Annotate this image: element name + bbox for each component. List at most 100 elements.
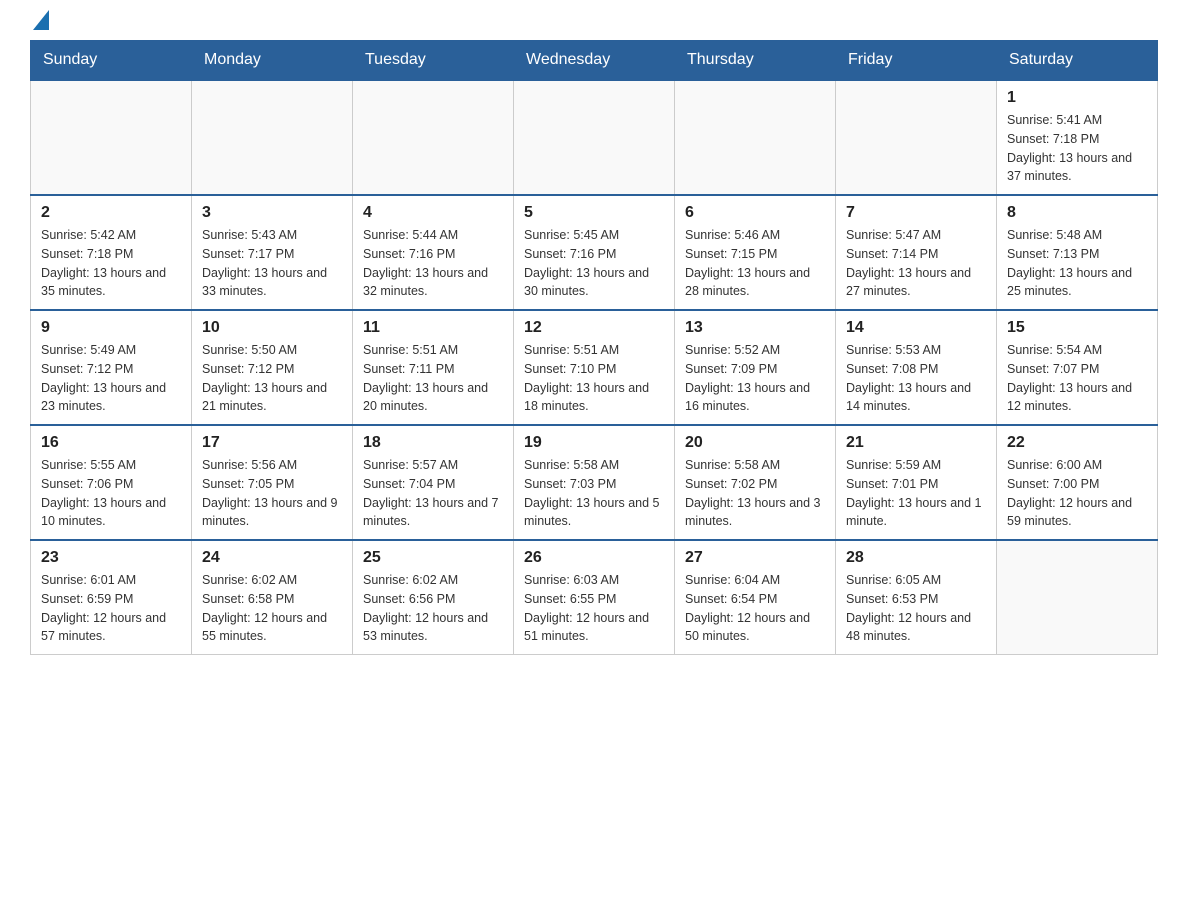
calendar-cell: 2 Sunrise: 5:42 AM Sunset: 7:18 PM Daylig… <box>31 195 192 310</box>
calendar-cell: 6 Sunrise: 5:46 AM Sunset: 7:15 PM Daylig… <box>675 195 836 310</box>
day-number: 2 <box>41 204 181 222</box>
day-info: Sunrise: 5:44 AM Sunset: 7:16 PM Dayligh… <box>363 226 503 301</box>
day-number: 7 <box>846 204 986 222</box>
day-number: 27 <box>685 549 825 567</box>
calendar-cell: 19 Sunrise: 5:58 AM Sunset: 7:03 PM Dayli… <box>514 425 675 540</box>
calendar-cell: 21 Sunrise: 5:59 AM Sunset: 7:01 PM Dayli… <box>836 425 997 540</box>
logo-triangle-icon <box>33 10 49 30</box>
day-number: 21 <box>846 434 986 452</box>
day-info: Sunrise: 6:02 AM Sunset: 6:56 PM Dayligh… <box>363 571 503 646</box>
calendar-week-row: 1 Sunrise: 5:41 AM Sunset: 7:18 PM Daylig… <box>31 80 1158 195</box>
weekday-header-row: SundayMondayTuesdayWednesdayThursdayFrid… <box>31 41 1158 81</box>
calendar-cell <box>192 80 353 195</box>
calendar-cell <box>353 80 514 195</box>
day-info: Sunrise: 5:41 AM Sunset: 7:18 PM Dayligh… <box>1007 111 1147 186</box>
calendar-week-row: 2 Sunrise: 5:42 AM Sunset: 7:18 PM Daylig… <box>31 195 1158 310</box>
day-info: Sunrise: 5:52 AM Sunset: 7:09 PM Dayligh… <box>685 341 825 416</box>
day-info: Sunrise: 5:56 AM Sunset: 7:05 PM Dayligh… <box>202 456 342 531</box>
day-number: 5 <box>524 204 664 222</box>
logo <box>30 20 49 30</box>
day-number: 11 <box>363 319 503 337</box>
calendar-cell: 1 Sunrise: 5:41 AM Sunset: 7:18 PM Daylig… <box>997 80 1158 195</box>
day-info: Sunrise: 6:02 AM Sunset: 6:58 PM Dayligh… <box>202 571 342 646</box>
day-info: Sunrise: 5:50 AM Sunset: 7:12 PM Dayligh… <box>202 341 342 416</box>
day-number: 15 <box>1007 319 1147 337</box>
day-number: 1 <box>1007 89 1147 107</box>
calendar-cell: 22Sunrise: 6:00 AM Sunset: 7:00 PM Dayli… <box>997 425 1158 540</box>
calendar-cell <box>31 80 192 195</box>
day-info: Sunrise: 5:58 AM Sunset: 7:02 PM Dayligh… <box>685 456 825 531</box>
calendar-cell: 4 Sunrise: 5:44 AM Sunset: 7:16 PM Daylig… <box>353 195 514 310</box>
day-number: 14 <box>846 319 986 337</box>
day-number: 19 <box>524 434 664 452</box>
day-number: 3 <box>202 204 342 222</box>
weekday-header-tuesday: Tuesday <box>353 41 514 81</box>
calendar-table: SundayMondayTuesdayWednesdayThursdayFrid… <box>30 40 1158 655</box>
day-info: Sunrise: 6:04 AM Sunset: 6:54 PM Dayligh… <box>685 571 825 646</box>
calendar-cell: 9 Sunrise: 5:49 AM Sunset: 7:12 PM Daylig… <box>31 310 192 425</box>
day-number: 22 <box>1007 434 1147 452</box>
day-number: 13 <box>685 319 825 337</box>
calendar-cell: 10 Sunrise: 5:50 AM Sunset: 7:12 PM Dayli… <box>192 310 353 425</box>
day-info: Sunrise: 5:48 AM Sunset: 7:13 PM Dayligh… <box>1007 226 1147 301</box>
day-info: Sunrise: 5:55 AM Sunset: 7:06 PM Dayligh… <box>41 456 181 531</box>
calendar-cell: 23 Sunrise: 6:01 AM Sunset: 6:59 PM Dayli… <box>31 540 192 655</box>
calendar-cell: 20 Sunrise: 5:58 AM Sunset: 7:02 PM Dayli… <box>675 425 836 540</box>
day-info: Sunrise: 5:51 AM Sunset: 7:10 PM Dayligh… <box>524 341 664 416</box>
calendar-cell <box>836 80 997 195</box>
day-number: 4 <box>363 204 503 222</box>
calendar-cell: 16 Sunrise: 5:55 AM Sunset: 7:06 PM Dayli… <box>31 425 192 540</box>
day-number: 25 <box>363 549 503 567</box>
day-info: Sunrise: 5:51 AM Sunset: 7:11 PM Dayligh… <box>363 341 503 416</box>
calendar-week-row: 23 Sunrise: 6:01 AM Sunset: 6:59 PM Dayli… <box>31 540 1158 655</box>
day-number: 20 <box>685 434 825 452</box>
day-number: 26 <box>524 549 664 567</box>
weekday-header-thursday: Thursday <box>675 41 836 81</box>
calendar-cell: 25 Sunrise: 6:02 AM Sunset: 6:56 PM Dayli… <box>353 540 514 655</box>
day-info: Sunrise: 6:03 AM Sunset: 6:55 PM Dayligh… <box>524 571 664 646</box>
calendar-cell: 11 Sunrise: 5:51 AM Sunset: 7:11 PM Dayli… <box>353 310 514 425</box>
day-info: Sunrise: 5:45 AM Sunset: 7:16 PM Dayligh… <box>524 226 664 301</box>
calendar-cell <box>675 80 836 195</box>
page-header <box>30 20 1158 30</box>
calendar-cell: 14 Sunrise: 5:53 AM Sunset: 7:08 PM Dayli… <box>836 310 997 425</box>
calendar-cell: 8 Sunrise: 5:48 AM Sunset: 7:13 PM Daylig… <box>997 195 1158 310</box>
day-info: Sunrise: 5:46 AM Sunset: 7:15 PM Dayligh… <box>685 226 825 301</box>
calendar-cell: 17 Sunrise: 5:56 AM Sunset: 7:05 PM Dayli… <box>192 425 353 540</box>
day-info: Sunrise: 5:47 AM Sunset: 7:14 PM Dayligh… <box>846 226 986 301</box>
day-info: Sunrise: 5:54 AM Sunset: 7:07 PM Dayligh… <box>1007 341 1147 416</box>
day-number: 23 <box>41 549 181 567</box>
day-info: Sunrise: 5:57 AM Sunset: 7:04 PM Dayligh… <box>363 456 503 531</box>
day-info: Sunrise: 6:05 AM Sunset: 6:53 PM Dayligh… <box>846 571 986 646</box>
day-number: 8 <box>1007 204 1147 222</box>
weekday-header-wednesday: Wednesday <box>514 41 675 81</box>
calendar-cell: 24Sunrise: 6:02 AM Sunset: 6:58 PM Dayli… <box>192 540 353 655</box>
weekday-header-monday: Monday <box>192 41 353 81</box>
calendar-week-row: 16 Sunrise: 5:55 AM Sunset: 7:06 PM Dayli… <box>31 425 1158 540</box>
day-number: 28 <box>846 549 986 567</box>
day-info: Sunrise: 5:58 AM Sunset: 7:03 PM Dayligh… <box>524 456 664 531</box>
day-info: Sunrise: 5:59 AM Sunset: 7:01 PM Dayligh… <box>846 456 986 531</box>
day-info: Sunrise: 5:49 AM Sunset: 7:12 PM Dayligh… <box>41 341 181 416</box>
calendar-week-row: 9 Sunrise: 5:49 AM Sunset: 7:12 PM Daylig… <box>31 310 1158 425</box>
calendar-cell: 15 Sunrise: 5:54 AM Sunset: 7:07 PM Dayli… <box>997 310 1158 425</box>
calendar-cell: 13 Sunrise: 5:52 AM Sunset: 7:09 PM Dayli… <box>675 310 836 425</box>
day-number: 9 <box>41 319 181 337</box>
calendar-cell: 18Sunrise: 5:57 AM Sunset: 7:04 PM Dayli… <box>353 425 514 540</box>
day-info: Sunrise: 6:01 AM Sunset: 6:59 PM Dayligh… <box>41 571 181 646</box>
day-number: 10 <box>202 319 342 337</box>
day-info: Sunrise: 5:42 AM Sunset: 7:18 PM Dayligh… <box>41 226 181 301</box>
day-info: Sunrise: 5:43 AM Sunset: 7:17 PM Dayligh… <box>202 226 342 301</box>
day-info: Sunrise: 5:53 AM Sunset: 7:08 PM Dayligh… <box>846 341 986 416</box>
calendar-cell: 7 Sunrise: 5:47 AM Sunset: 7:14 PM Daylig… <box>836 195 997 310</box>
day-number: 16 <box>41 434 181 452</box>
calendar-cell: 12 Sunrise: 5:51 AM Sunset: 7:10 PM Dayli… <box>514 310 675 425</box>
day-number: 6 <box>685 204 825 222</box>
calendar-cell <box>997 540 1158 655</box>
day-number: 12 <box>524 319 664 337</box>
day-number: 17 <box>202 434 342 452</box>
weekday-header-saturday: Saturday <box>997 41 1158 81</box>
calendar-cell: 28 Sunrise: 6:05 AM Sunset: 6:53 PM Dayli… <box>836 540 997 655</box>
calendar-cell: 3 Sunrise: 5:43 AM Sunset: 7:17 PM Daylig… <box>192 195 353 310</box>
calendar-cell <box>514 80 675 195</box>
